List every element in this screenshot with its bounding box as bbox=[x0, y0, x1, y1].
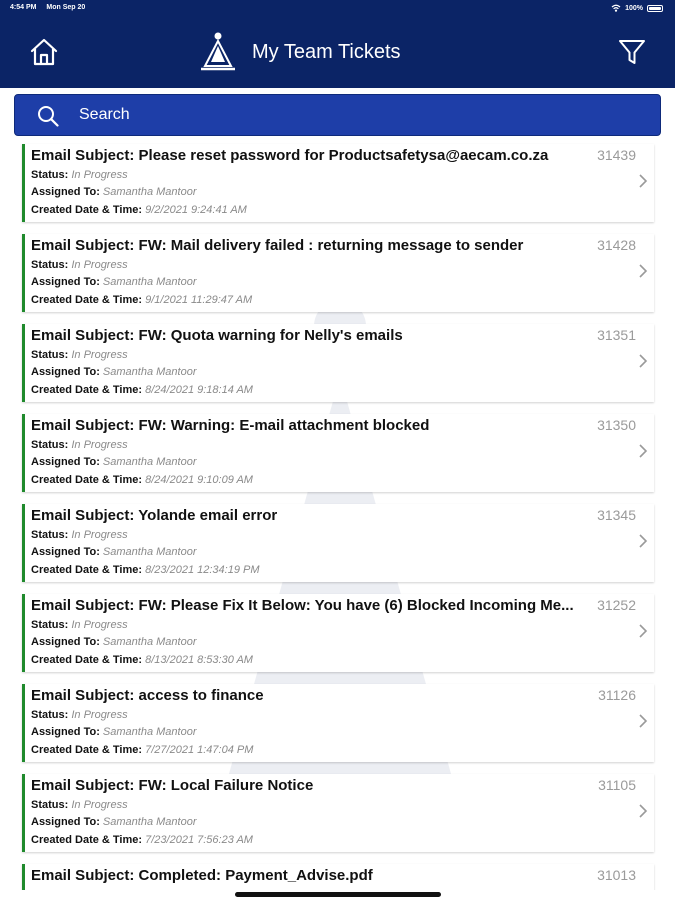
battery-icon bbox=[647, 4, 663, 12]
ticket-card[interactable]: Email Subject: access to finance 31126 S… bbox=[22, 684, 654, 762]
search-bar[interactable] bbox=[14, 94, 661, 136]
ticket-assignee: Assigned To: Samantha Mantoor bbox=[31, 366, 197, 378]
ticket-subject: Email Subject: Yolande email error bbox=[31, 507, 278, 524]
ticket-card[interactable]: Email Subject: FW: Quota warning for Nel… bbox=[22, 324, 654, 402]
ticket-id: 31126 bbox=[598, 687, 636, 703]
chevron-right-icon bbox=[639, 174, 648, 188]
ticket-created: Created Date & Time: 9/2/2021 9:24:41 AM bbox=[31, 204, 247, 216]
ticket-status: Status: In Progress bbox=[31, 709, 128, 721]
ticket-id: 31351 bbox=[597, 327, 636, 343]
ticket-list[interactable]: Email Subject: Please reset password for… bbox=[0, 136, 675, 890]
chevron-right-icon bbox=[639, 714, 648, 728]
wifi-icon bbox=[611, 4, 621, 12]
filter-icon[interactable] bbox=[617, 37, 647, 67]
ticket-status: Status: In Progress bbox=[31, 799, 128, 811]
search-input[interactable] bbox=[79, 101, 639, 129]
battery-percent: 100% bbox=[625, 4, 643, 12]
ticket-id: 31428 bbox=[597, 237, 636, 253]
ticket-created: Created Date & Time: 8/24/2021 9:18:14 A… bbox=[31, 384, 253, 396]
ticket-assignee: Assigned To: Samantha Mantoor bbox=[31, 726, 197, 738]
status-bar: 4:54 PM Mon Sep 20 100% bbox=[0, 0, 675, 16]
chevron-right-icon bbox=[639, 444, 648, 458]
ticket-id: 31345 bbox=[597, 507, 636, 523]
chevron-right-icon bbox=[639, 804, 648, 818]
ticket-card[interactable]: Email Subject: FW: Mail delivery failed … bbox=[22, 234, 654, 312]
chevron-right-icon bbox=[639, 264, 648, 278]
search-icon bbox=[38, 106, 59, 127]
ticket-status: Status: In Progress bbox=[31, 349, 128, 361]
chevron-right-icon bbox=[639, 534, 648, 548]
home-icon[interactable] bbox=[28, 36, 60, 68]
ticket-id: 31105 bbox=[598, 777, 636, 793]
ticket-card[interactable]: Email Subject: Completed: Payment_Advise… bbox=[22, 864, 654, 890]
ticket-status: Status: In Progress bbox=[31, 439, 128, 451]
ticket-created: Created Date & Time: 7/23/2021 7:56:23 A… bbox=[31, 834, 253, 846]
ticket-created: Created Date & Time: 8/13/2021 8:53:30 A… bbox=[31, 654, 253, 666]
ticket-subject: Email Subject: FW: Please Fix It Below: … bbox=[31, 597, 574, 614]
company-logo bbox=[201, 32, 235, 71]
ticket-card[interactable]: Email Subject: FW: Local Failure Notice … bbox=[22, 774, 654, 852]
ticket-assignee: Assigned To: Samantha Mantoor bbox=[31, 816, 197, 828]
ticket-id: 31252 bbox=[597, 597, 636, 613]
ticket-card[interactable]: Email Subject: FW: Please Fix It Below: … bbox=[22, 594, 654, 672]
ticket-assignee: Assigned To: Samantha Mantoor bbox=[31, 636, 197, 648]
ticket-id: 31439 bbox=[597, 147, 636, 163]
ticket-subject: Email Subject: FW: Quota warning for Nel… bbox=[31, 327, 403, 344]
ticket-subject: Email Subject: FW: Local Failure Notice bbox=[31, 777, 314, 794]
ticket-created: Created Date & Time: 9/1/2021 11:29:47 A… bbox=[31, 294, 253, 306]
home-indicator[interactable] bbox=[235, 892, 441, 897]
chevron-right-icon bbox=[639, 354, 648, 368]
ticket-status: Status: In Progress bbox=[31, 529, 128, 541]
ticket-subject: Email Subject: access to finance bbox=[31, 687, 264, 704]
ticket-subject: Email Subject: FW: Mail delivery failed … bbox=[31, 237, 524, 254]
ticket-created: Created Date & Time: 7/27/2021 1:47:04 P… bbox=[31, 744, 254, 756]
ticket-card[interactable]: Email Subject: Yolande email error 31345… bbox=[22, 504, 654, 582]
chevron-right-icon bbox=[639, 624, 648, 638]
ticket-assignee: Assigned To: Samantha Mantoor bbox=[31, 456, 197, 468]
ticket-id: 31350 bbox=[597, 417, 636, 433]
status-date: Mon Sep 20 bbox=[46, 4, 86, 11]
ticket-id: 31013 bbox=[597, 867, 636, 883]
ticket-assignee: Assigned To: Samantha Mantoor bbox=[31, 546, 197, 558]
ticket-assignee: Assigned To: Samantha Mantoor bbox=[31, 186, 197, 198]
ticket-subject: Email Subject: FW: Warning: E-mail attac… bbox=[31, 417, 430, 434]
ticket-status: Status: In Progress bbox=[31, 619, 128, 631]
ticket-assignee: Assigned To: Samantha Mantoor bbox=[31, 276, 197, 288]
ticket-subject: Email Subject: Completed: Payment_Advise… bbox=[31, 867, 373, 884]
ticket-status: Status: In Progress bbox=[31, 169, 128, 181]
ticket-status: Status: In Progress bbox=[31, 259, 128, 271]
page-title: My Team Tickets bbox=[252, 41, 401, 63]
ticket-created: Created Date & Time: 8/23/2021 12:34:19 … bbox=[31, 564, 260, 576]
status-time: 4:54 PM bbox=[10, 4, 37, 11]
ticket-card[interactable]: Email Subject: FW: Warning: E-mail attac… bbox=[22, 414, 654, 492]
ticket-subject: Email Subject: Please reset password for… bbox=[31, 147, 549, 164]
ticket-created: Created Date & Time: 8/24/2021 9:10:09 A… bbox=[31, 474, 253, 486]
ticket-card[interactable]: Email Subject: Please reset password for… bbox=[22, 144, 654, 222]
app-header: 4:54 PM Mon Sep 20 100% My Team Tickets bbox=[0, 0, 675, 88]
